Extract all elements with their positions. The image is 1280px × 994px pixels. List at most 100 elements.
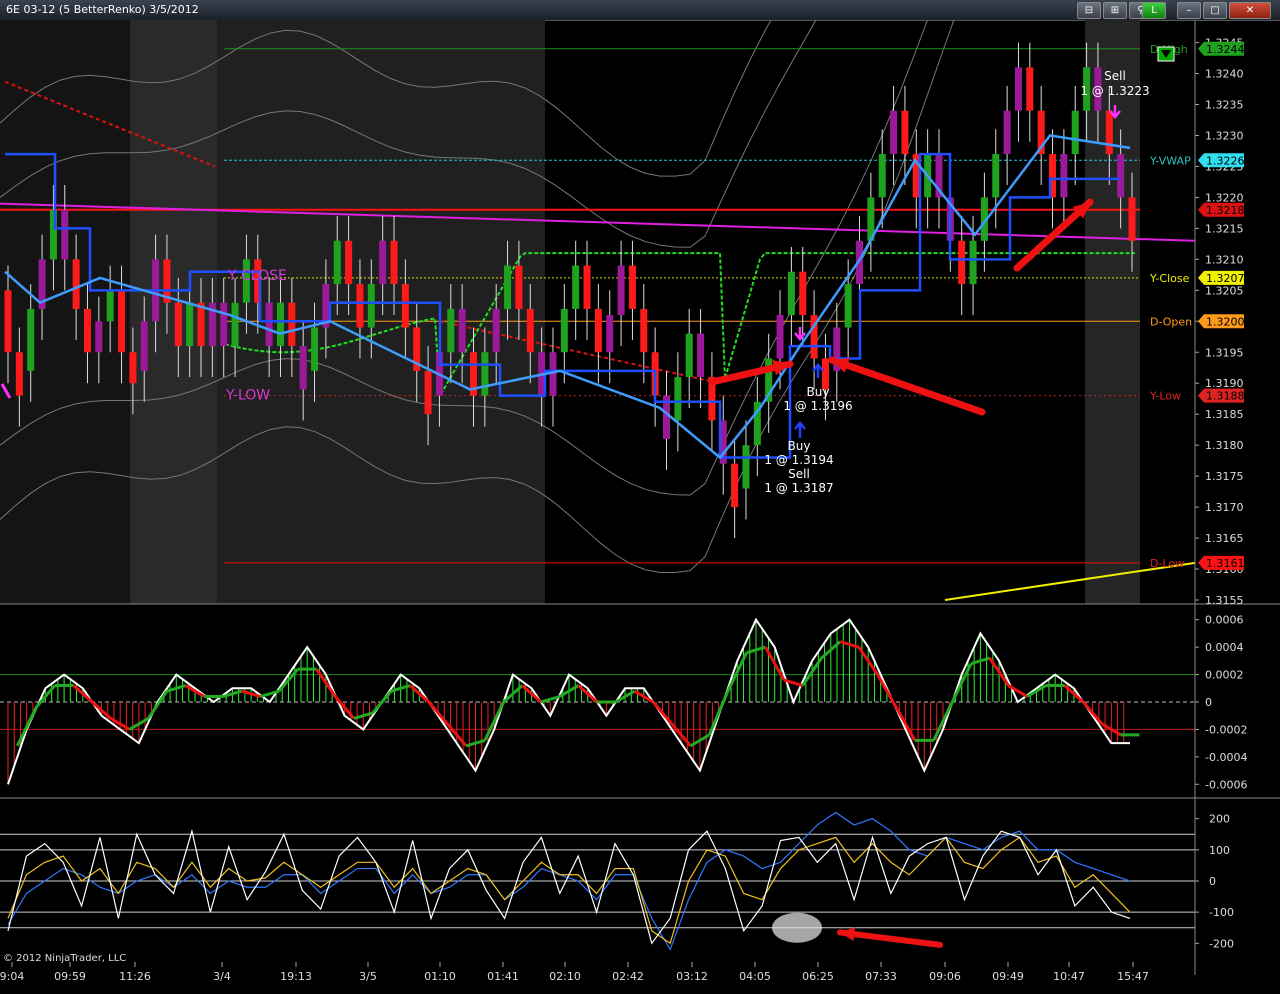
candle-body [878,154,886,198]
candle-body [481,352,489,396]
candle-body [844,284,852,328]
osc-tick-label: 0 [1205,696,1212,709]
candle-body [4,290,12,353]
candle-body [492,308,500,353]
candle-body [583,265,591,309]
candle-body [560,308,568,353]
price-tick-label: 1.3215 [1205,222,1244,235]
cci-series-line [7,828,1131,945]
x-tick-label: 02:42 [612,970,644,983]
x-tick-label: 09:06 [929,970,961,983]
candle-body [890,110,898,155]
cci-tick-label: 0 [1209,875,1216,888]
price-tick-label: 1.3230 [1205,129,1244,142]
annotation-ylow: Y-LOW [225,388,270,404]
cci-highlight-ellipse [772,912,822,943]
candle-body [992,154,1000,198]
candle-body [572,265,580,309]
osc-tick-label: 0.0002 [1205,669,1244,682]
sell-arrow-icon [794,327,806,341]
candle-body [731,463,739,508]
cci-tick-label: -200 [1209,937,1234,950]
price-tick-label: 1.3205 [1205,284,1244,297]
annotation-yclose: Y CLOSE [227,268,287,284]
candle-body [72,259,80,309]
price-tick-label: 1.3175 [1205,470,1244,483]
candle-body [83,308,91,353]
price-tick-label: 1.3165 [1205,532,1244,545]
candle-body [379,240,387,285]
price-tick-label: 1.3240 [1205,68,1244,81]
osc-tick-label: -0.0006 [1205,778,1247,791]
candle-body [526,308,534,353]
trade-annotation: Sell [788,467,810,481]
toolbar-icon-2[interactable]: ⊞ [1103,2,1127,19]
toolbar-icon-1[interactable]: ⊟ [1077,2,1101,19]
candle-body [1071,110,1079,155]
price-tick-label: 1.3180 [1205,439,1244,452]
x-tick-label: 9:04 [0,970,24,983]
candle-body [265,302,273,347]
candle-body [106,290,114,322]
price-tick-label: 1.3185 [1205,408,1244,421]
candle-body [901,110,909,155]
candle-body [356,284,364,328]
candle-body [288,302,296,347]
x-tick-label: 10:47 [1053,970,1085,983]
price-tick-label: 1.3210 [1205,253,1244,266]
candle-body [515,265,523,309]
x-tick-label: 11:26 [119,970,151,983]
oscillator-panel: 0.0006 0.0004 0.0002 0 -0.0002 -0.0004 -0.0006 [0,614,1280,799]
session-shade [1085,20,1140,604]
candle-body [685,333,693,378]
price-tick-label: 1.3220 [1205,191,1244,204]
level-label: Y-Low [1149,390,1181,403]
chart-canvas: 1.31551.31601.31651.31701.31751.31801.31… [0,20,1280,983]
cci-panel: 200 100 0 -100 -200 [0,811,1234,951]
minimize-button[interactable]: – [1177,2,1201,19]
osc-tick-label: 0.0004 [1205,641,1244,654]
osc-tick-label: -0.0002 [1205,723,1247,736]
candle-body [969,240,977,285]
candle-body [447,308,455,353]
cci-tick-label: 200 [1209,813,1230,826]
candle-body [140,321,148,371]
candle-body [401,284,409,328]
candle-body [1014,67,1022,111]
candle-body [958,240,966,285]
osc-tick-label: -0.0004 [1205,751,1247,764]
trade-annotation: Buy [788,439,811,453]
close-button[interactable]: ✕ [1229,2,1271,19]
red-pointer-arrow [837,929,943,948]
candle-body [333,240,341,285]
buy-arrow-icon [794,421,806,438]
candle-body [345,240,353,285]
maximize-button[interactable]: □ [1203,2,1227,19]
x-tick-label: 15:47 [1117,970,1149,983]
price-tag-label: 1.3161 [1206,557,1245,570]
candle-body [1060,154,1068,198]
link-button[interactable]: L [1142,2,1166,19]
candle-body [299,346,307,390]
red-pointer-arrow [828,356,986,416]
trade-annotation: 1 @ 1.3223 [1080,84,1149,98]
x-tick-label: 09:49 [992,970,1024,983]
price-tick-label: 1.3170 [1205,501,1244,514]
candle-body [504,265,512,309]
candle-body [390,240,398,285]
price-tag-label: 1.3244 [1206,43,1245,56]
candle-body [606,315,614,353]
candle-body [220,302,228,347]
candle-body [697,333,705,378]
x-tick-label: 3/4 [213,970,231,983]
x-tick-label: 3/5 [359,970,377,983]
cci-tick-label: -100 [1209,906,1234,919]
price-tick-label: 1.3235 [1205,99,1244,112]
candle-body [129,352,137,384]
x-tick-label: 19:13 [280,970,312,983]
price-tick-label: 1.3190 [1205,377,1244,390]
x-tick-label: 06:25 [802,970,834,983]
x-tick-label: 01:10 [424,970,456,983]
price-tag-label: 1.3218 [1206,204,1245,217]
candle-body [197,302,205,347]
